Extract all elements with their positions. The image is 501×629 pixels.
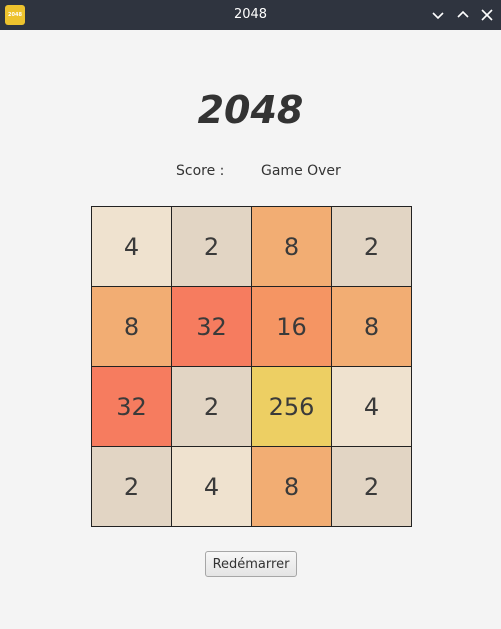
board-tile: 8 [332,287,412,367]
board-tile: 8 [92,287,172,367]
close-icon[interactable] [479,7,495,23]
board-tile: 2 [172,367,252,447]
board-tile: 2 [172,207,252,287]
restart-button[interactable]: Redémarrer [205,551,297,577]
board-tile: 8 [252,207,332,287]
board-tile: 2 [92,447,172,527]
game-board: 4 2 8 2 8 32 16 8 32 2 256 4 2 4 8 2 [91,206,412,527]
game-title: 2048 [197,88,304,132]
board-tile: 8 [252,447,332,527]
board-tile: 16 [252,287,332,367]
maximize-icon[interactable] [455,7,471,23]
board-tile: 32 [92,367,172,447]
board-tile: 4 [332,367,412,447]
window-title: 2048 [233,7,268,22]
score-label: Score : [176,163,225,179]
minimize-icon[interactable] [430,7,446,23]
board-tile: 4 [92,207,172,287]
board-tile: 2 [332,447,412,527]
board-tile: 256 [252,367,332,447]
board-tile: 4 [172,447,252,527]
game-status: Game Over [261,163,341,179]
window-titlebar: 2048 2048 [0,0,501,30]
board-tile: 2 [332,207,412,287]
board-tile: 32 [172,287,252,367]
